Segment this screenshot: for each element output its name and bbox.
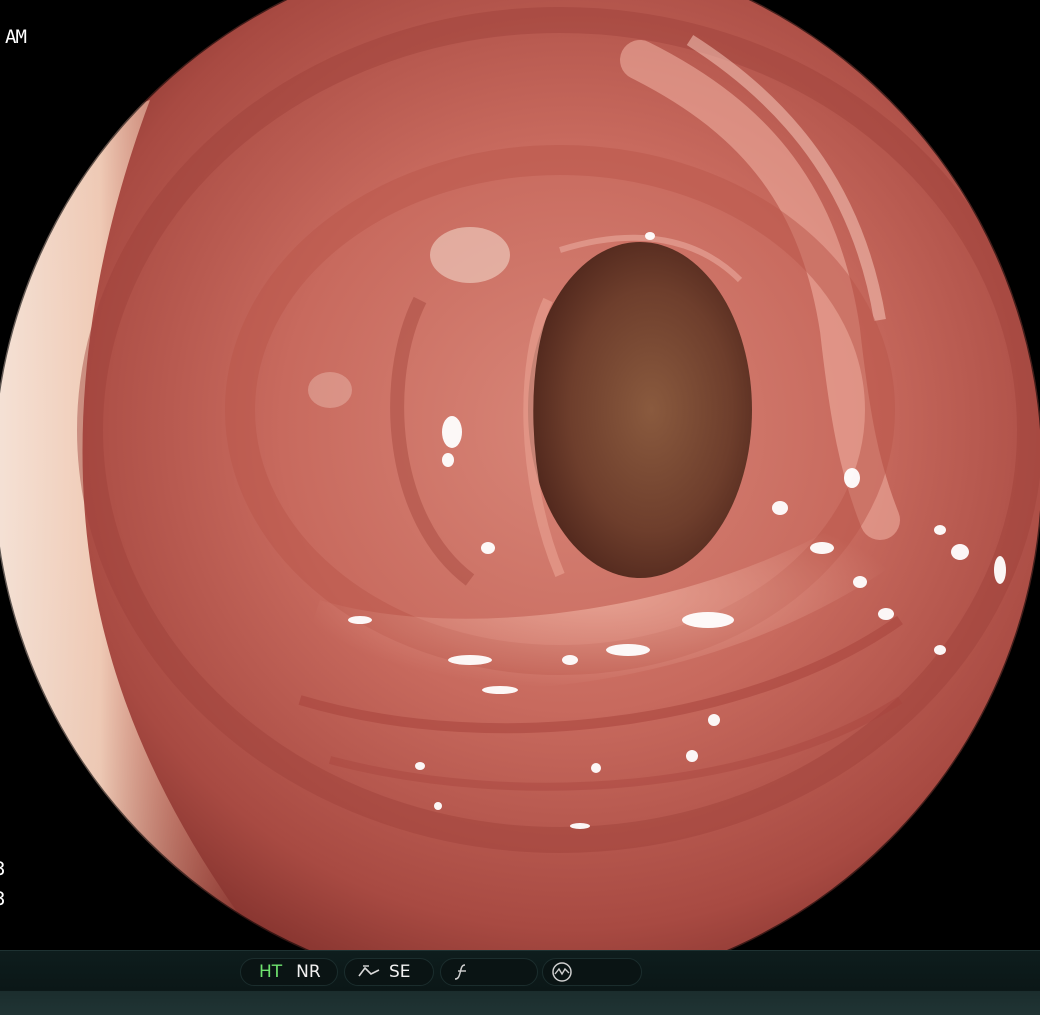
status-bar: HT NR SE (0, 950, 1040, 1015)
status-bar-lower-strip (0, 991, 1040, 1015)
se-indicator: SE (344, 958, 434, 986)
se-label: SE (389, 962, 411, 982)
osd-left-indicator-2: 3 (0, 890, 5, 909)
color-mode-icon (453, 963, 471, 981)
osd-left-indicator-1: 3 (0, 860, 5, 879)
lens-field (0, 0, 1040, 995)
ht-nr-indicator: HT NR (240, 958, 338, 986)
signal-ring-icon (551, 961, 573, 983)
color-mode-indicator (440, 958, 538, 986)
structure-enhance-icon (357, 964, 381, 980)
signal-indicator (542, 958, 642, 986)
endoscopic-view (0, 0, 1040, 997)
osd-top-left-label: AM (5, 26, 27, 48)
ht-label: HT (259, 962, 283, 982)
nr-label: NR (296, 962, 321, 982)
